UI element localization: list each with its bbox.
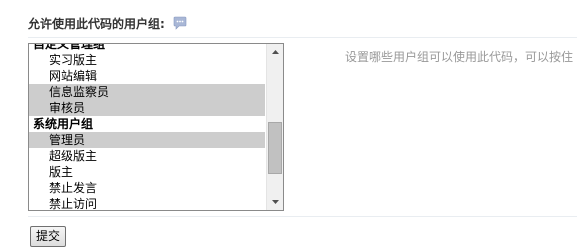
list-option[interactable]: 禁止发言 [29, 180, 267, 196]
list-option[interactable]: 管理员 [29, 132, 265, 148]
arrow-down-icon[interactable] [267, 194, 283, 210]
arrow-up-icon[interactable] [267, 44, 283, 60]
optgroup-label: 系统用户组 [33, 117, 94, 131]
field-label-row: 允许使用此代码的用户组: [28, 15, 187, 31]
listbox-scrollbar[interactable] [266, 44, 283, 210]
list-option[interactable]: 网站编辑 [29, 68, 267, 84]
submit-button[interactable]: 提交 [30, 226, 67, 247]
list-option[interactable]: 实习版主 [29, 52, 267, 68]
list-option[interactable]: 审核员 [29, 100, 265, 116]
help-bubble-icon[interactable] [173, 16, 187, 30]
list-option[interactable]: 信息监察员 [29, 84, 265, 100]
list-option[interactable]: 超级版主 [29, 148, 267, 164]
list-option[interactable]: 版主 [29, 164, 267, 180]
listbox-options: 自定义管理组 实习版主 网站编辑 信息监察员 审核员 系统用户组 管理员 超级版主 版主 禁止发言… [29, 44, 267, 210]
field-hint: 设置哪些用户组可以使用此代码，可以按住 [345, 50, 574, 64]
field-heading: 允许使用此代码的用户组: [28, 16, 165, 31]
list-option[interactable]: 禁止访问 [29, 196, 267, 210]
user-group-multiselect[interactable]: 自定义管理组 实习版主 网站编辑 信息监察员 审核员 系统用户组 管理员 超级版主 版主 禁止发言… [28, 43, 284, 211]
optgroup-label: 自定义管理组 [33, 44, 106, 51]
divider [28, 216, 577, 217]
divider [28, 37, 577, 38]
scrollbar-thumb[interactable] [268, 122, 282, 174]
listbox-viewport: 自定义管理组 实习版主 网站编辑 信息监察员 审核员 系统用户组 管理员 超级版主 版主 禁止发言… [29, 44, 267, 210]
